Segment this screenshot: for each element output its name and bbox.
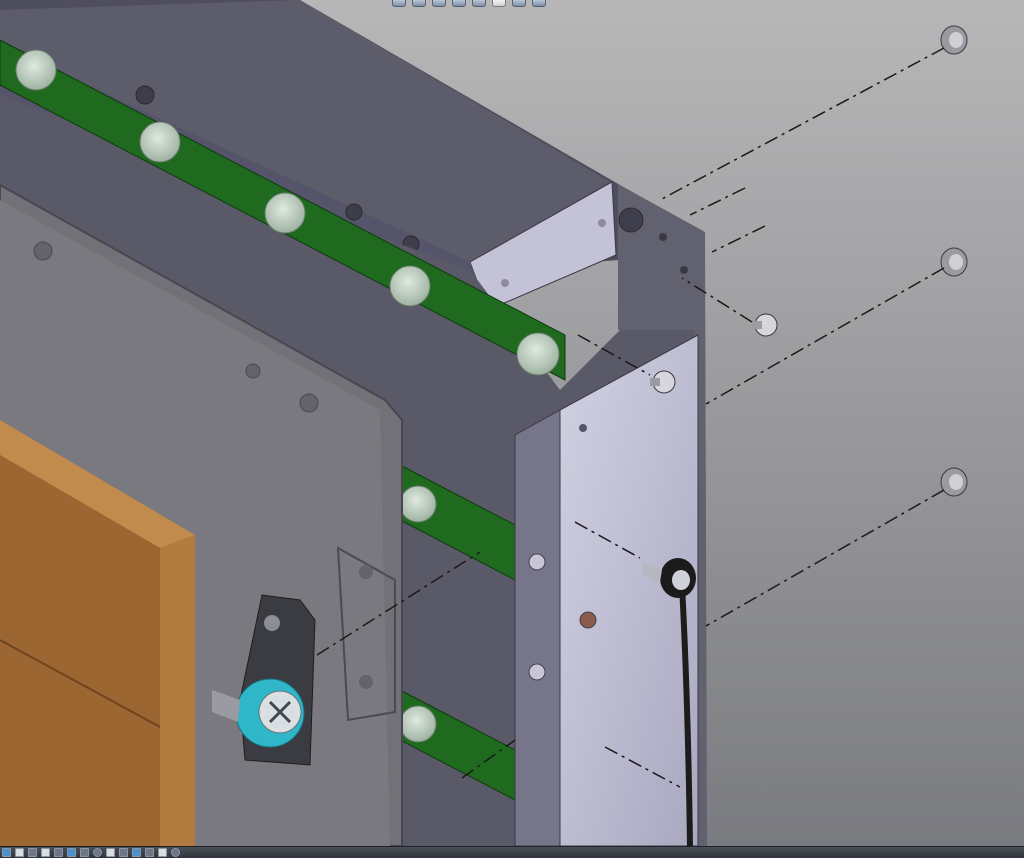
windows-icon[interactable]: [2, 848, 11, 857]
edit-icon[interactable]: [119, 848, 128, 857]
explorer-icon[interactable]: [15, 848, 24, 857]
settings-icon[interactable]: [93, 848, 102, 857]
view-orientation-icon[interactable]: [392, 0, 406, 7]
photo-icon[interactable]: [132, 848, 141, 857]
edit-appearance-icon[interactable]: [492, 0, 506, 7]
chart-icon[interactable]: [67, 848, 76, 857]
network-icon[interactable]: [80, 848, 89, 857]
scene-icon[interactable]: [512, 0, 526, 7]
display-style-icon[interactable]: [452, 0, 466, 7]
view-settings-icon[interactable]: [532, 0, 546, 7]
assembly-model-render: [0, 0, 1024, 846]
app-icon[interactable]: [41, 848, 50, 857]
tools-icon[interactable]: [145, 848, 154, 857]
solidworks-icon[interactable]: [28, 848, 37, 857]
zoom-fit-icon[interactable]: [412, 0, 426, 7]
hide-show-icon[interactable]: [472, 0, 486, 7]
cad-application: [0, 0, 1024, 858]
folder-icon[interactable]: [54, 848, 63, 857]
save-icon[interactable]: [106, 848, 115, 857]
3d-model-viewport[interactable]: [0, 0, 1024, 846]
taskbar: [0, 846, 1024, 858]
section-view-icon[interactable]: [432, 0, 446, 7]
monitor-icon[interactable]: [158, 848, 167, 857]
gear-icon[interactable]: [171, 848, 180, 857]
heads-up-view-toolbar: [392, 0, 546, 8]
